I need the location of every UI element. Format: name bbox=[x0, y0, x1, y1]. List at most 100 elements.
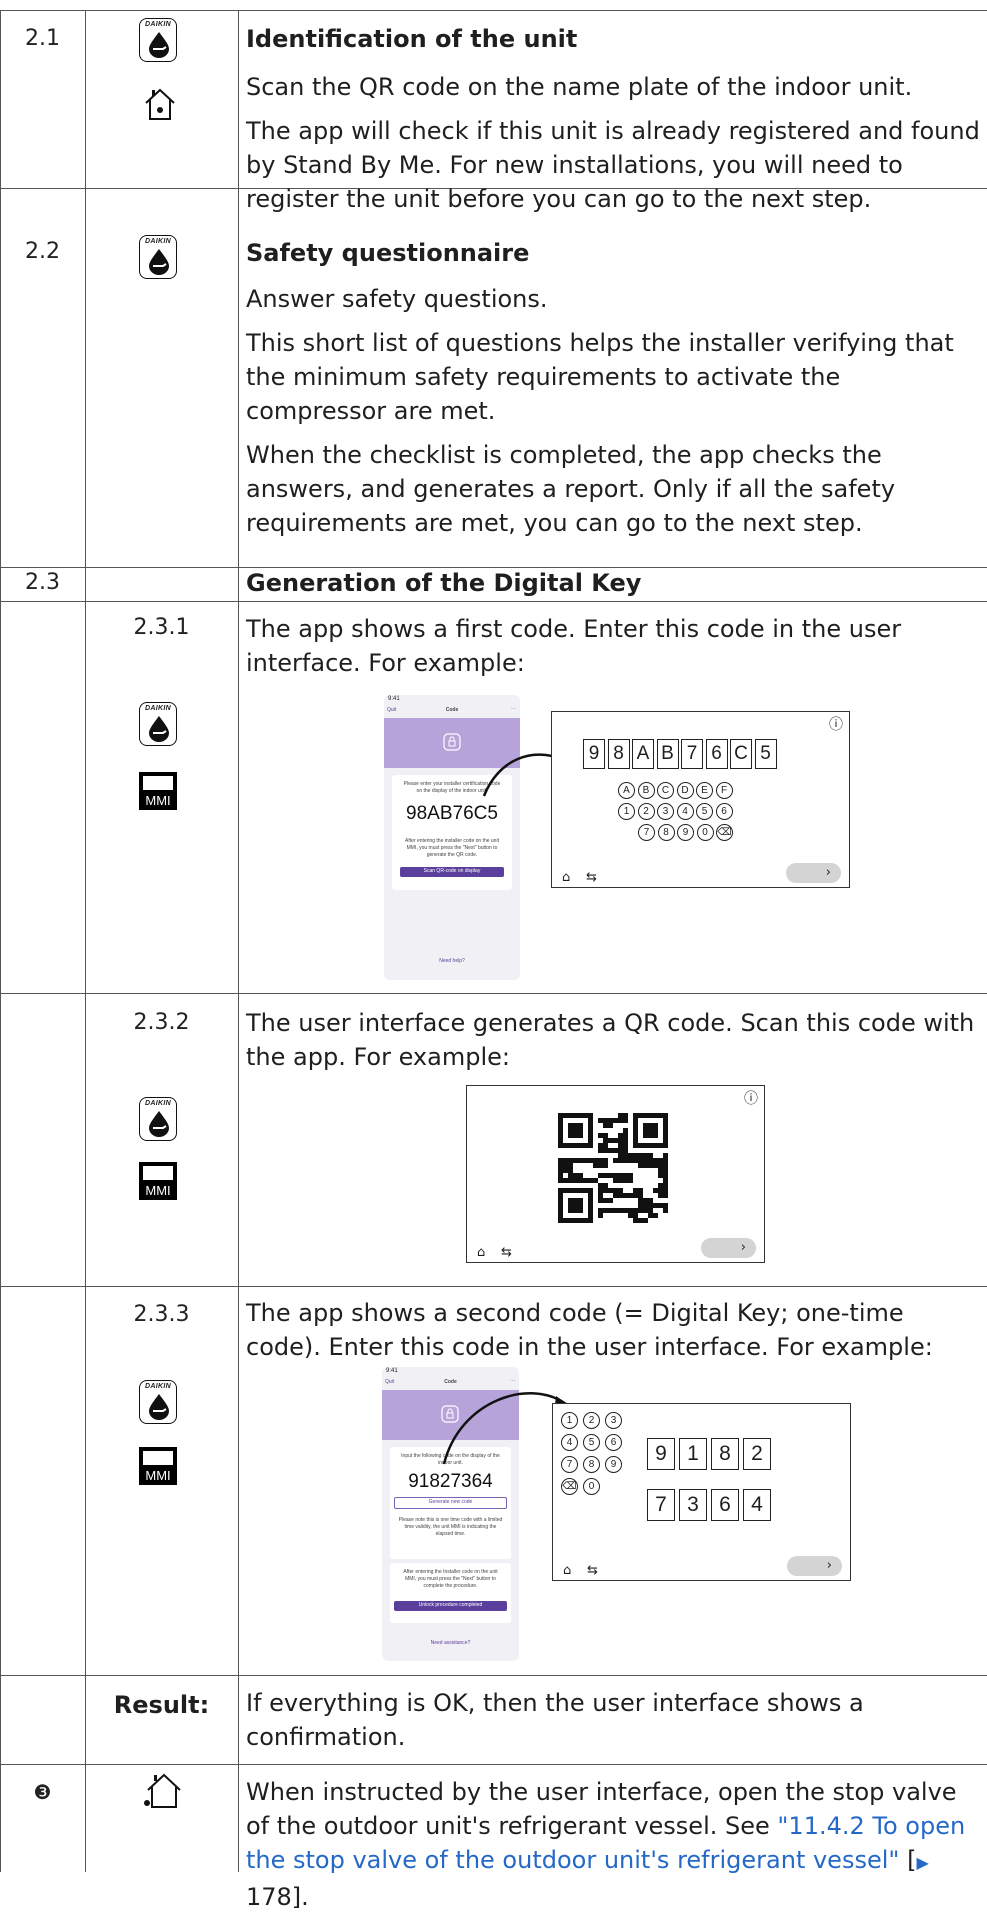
key-button[interactable]: F bbox=[715, 782, 733, 799]
step-text: The app shows a first code. Enter this c… bbox=[246, 615, 902, 677]
code-char-box: 9 bbox=[583, 739, 605, 769]
key-button[interactable]: E bbox=[696, 782, 713, 799]
key-button[interactable]: C bbox=[657, 782, 674, 799]
code-char-box: 8 bbox=[711, 1438, 739, 1470]
need-help-link[interactable]: Need help? bbox=[384, 958, 520, 964]
qr-code bbox=[558, 1113, 668, 1223]
daikin-app-icon: DAIKIN bbox=[139, 1097, 177, 1141]
step-number: 2.3 bbox=[25, 570, 60, 595]
code-char-box: 3 bbox=[679, 1489, 707, 1521]
page-ref-arrow-icon: ▶ bbox=[916, 1853, 929, 1872]
user-interface-screen: ⓘ ⌂ ⇆ › bbox=[466, 1085, 765, 1263]
step-number: 2.3.2 bbox=[133, 1010, 190, 1035]
daikin-app-icon: DAIKIN bbox=[139, 702, 177, 746]
key-button[interactable]: 9 bbox=[605, 1456, 622, 1473]
scan-qr-button[interactable]: Scan QR-code on display bbox=[400, 867, 504, 877]
code-char-box: A bbox=[632, 739, 654, 769]
installer-code: 98AB76C5 bbox=[406, 803, 498, 824]
procedure-table: 2.1 DAIKIN Identification of the unit Sc… bbox=[0, 0, 987, 1911]
key-button[interactable]: 8 bbox=[583, 1456, 600, 1473]
key-button[interactable]: 6 bbox=[715, 803, 733, 820]
key-button[interactable]: 2 bbox=[637, 803, 655, 820]
unlock-completed-button[interactable]: Unlock procedure completed bbox=[394, 1601, 507, 1611]
key-button[interactable]: 8 bbox=[657, 824, 675, 841]
mmi-icon: MMI bbox=[139, 1162, 177, 1200]
key-button[interactable]: ⌫ bbox=[716, 824, 733, 841]
outdoor-unit-house-icon bbox=[140, 1770, 184, 1814]
code-char-box: 6 bbox=[711, 1489, 739, 1521]
step-number: 2.3.1 bbox=[133, 615, 190, 640]
step-text: Scan the QR code on the name plate of th… bbox=[246, 73, 913, 101]
instruction-text: When instructed by the user interface, o… bbox=[246, 1778, 966, 1911]
step-text: This short list of questions helps the i… bbox=[246, 329, 954, 425]
step-text: Answer safety questions. bbox=[246, 285, 548, 313]
more-icon: ··· bbox=[511, 706, 516, 712]
code-char-box: C bbox=[730, 739, 752, 769]
home-icon[interactable]: ⌂ bbox=[562, 870, 570, 885]
step-title: Safety questionnaire bbox=[246, 239, 530, 267]
step-title: Generation of the Digital Key bbox=[246, 569, 642, 597]
key-button[interactable]: 4 bbox=[561, 1434, 578, 1451]
code-char-box: 8 bbox=[607, 739, 630, 769]
code-char-box: 9 bbox=[647, 1438, 675, 1470]
key-button[interactable]: 0 bbox=[696, 824, 714, 841]
code-char-box: 1 bbox=[679, 1438, 707, 1470]
key-button[interactable]: 6 bbox=[605, 1434, 622, 1451]
code-char-box: 7 bbox=[681, 739, 703, 769]
key-button[interactable]: A bbox=[618, 782, 635, 799]
key-button[interactable]: 1 bbox=[618, 803, 635, 820]
key-button[interactable]: B bbox=[637, 782, 655, 799]
digital-key-code: 91827364 bbox=[408, 1471, 493, 1492]
user-interface-screen: 1 2 3 4 5 6 7 8 9 ⌫ 0 91827364 ⌂ ⇆ › bbox=[552, 1403, 851, 1581]
key-button[interactable]: 7 bbox=[561, 1456, 578, 1473]
result-text: If everything is OK, then the user inter… bbox=[246, 1689, 864, 1751]
code-char-box: B bbox=[656, 739, 679, 769]
daikin-app-icon: DAIKIN bbox=[139, 235, 177, 279]
step-number: 2.2 bbox=[25, 239, 60, 264]
step-text: The user interface generates a QR code. … bbox=[246, 1009, 975, 1071]
key-button[interactable]: 2 bbox=[583, 1412, 600, 1429]
mmi-icon: MMI bbox=[139, 772, 177, 810]
home-icon[interactable]: ⌂ bbox=[563, 1563, 571, 1578]
step-number: 2.3.3 bbox=[133, 1302, 190, 1327]
key-button[interactable]: 1 bbox=[561, 1412, 578, 1429]
code-char-box: 7 bbox=[647, 1489, 675, 1521]
key-button[interactable]: 5 bbox=[696, 803, 713, 820]
generate-new-code-button[interactable]: Generate new code bbox=[394, 1497, 507, 1509]
daikin-app-icon: DAIKIN bbox=[139, 18, 177, 62]
step-number: 2.1 bbox=[25, 26, 60, 51]
mmi-icon: MMI bbox=[139, 1447, 177, 1485]
code-char-box: 4 bbox=[743, 1489, 771, 1521]
step-number: ❸ bbox=[33, 1780, 52, 1804]
step-text: The app shows a second code (= Digital K… bbox=[246, 1299, 933, 1361]
step-text: When the checklist is completed, the app… bbox=[246, 441, 896, 537]
next-button[interactable]: › bbox=[786, 863, 841, 883]
info-icon: ⓘ bbox=[829, 717, 843, 733]
key-button[interactable]: 5 bbox=[583, 1434, 600, 1451]
key-button[interactable]: 3 bbox=[657, 803, 674, 820]
key-button[interactable]: ⌫ bbox=[561, 1478, 578, 1495]
step-text: The app will check if this unit is alrea… bbox=[246, 117, 980, 213]
next-button[interactable]: › bbox=[701, 1238, 756, 1258]
key-button[interactable]: 4 bbox=[676, 803, 694, 820]
code-char-box: 2 bbox=[743, 1438, 771, 1470]
back-icon[interactable]: ⇆ bbox=[501, 1245, 512, 1260]
key-button[interactable]: 3 bbox=[605, 1412, 622, 1429]
code-char-box: 6 bbox=[705, 739, 728, 769]
back-icon[interactable]: ⇆ bbox=[586, 870, 597, 885]
indoor-unit-house-icon bbox=[143, 86, 177, 126]
next-button[interactable]: › bbox=[787, 1556, 842, 1576]
key-button[interactable]: 9 bbox=[677, 824, 694, 841]
user-interface-screen: 98AB76C5 A B C D E F 1 2 3 4 5 6 7 8 9 0 ⌫ ⓘ ⌂ ⇆ › bbox=[551, 711, 850, 888]
key-button[interactable]: D bbox=[676, 782, 694, 799]
result-label: Result: bbox=[113, 1691, 210, 1719]
home-icon[interactable]: ⌂ bbox=[477, 1245, 485, 1260]
step-title: Identification of the unit bbox=[246, 25, 578, 53]
info-icon: ⓘ bbox=[744, 1091, 758, 1107]
back-icon[interactable]: ⇆ bbox=[587, 1563, 598, 1578]
need-assistance-link[interactable]: Need assistance? bbox=[382, 1640, 519, 1646]
code-char-box: 5 bbox=[754, 739, 777, 769]
key-button[interactable]: 0 bbox=[583, 1478, 600, 1495]
daikin-app-icon: DAIKIN bbox=[139, 1380, 177, 1424]
key-button[interactable]: 7 bbox=[638, 824, 655, 841]
